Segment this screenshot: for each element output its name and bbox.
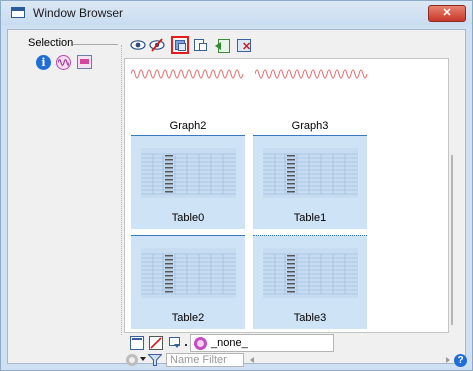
sheet-cell-text [165,175,173,177]
sheet-cell-text [165,159,173,161]
chart-icon[interactable] [77,55,92,69]
chevron-down-icon[interactable] [140,357,146,361]
sheet-cell-text [287,275,295,277]
table0-caption: Table0 [171,212,205,224]
sheet-cell-text [287,175,295,177]
table1-thumbnail[interactable]: Table1 [253,135,367,229]
sheet-cell-text [165,183,173,185]
sheet-cell-text [287,159,295,161]
sheet-cell-text [165,179,173,181]
eye-icon[interactable] [130,37,146,53]
gear-icon[interactable] [126,354,138,366]
paste-icon[interactable] [192,37,208,53]
sheet-cell-text [287,187,295,189]
sheet-cell-text [165,279,173,281]
table2-thumbnail[interactable]: Table2 [131,235,245,329]
graph2-waveform [131,69,244,79]
name-filter-input[interactable]: Name Filter [166,353,244,367]
sheet-background [141,248,236,298]
sheet-cell-text [287,183,295,185]
sheet-cell-text [165,287,173,289]
table3-caption: Table3 [293,312,327,324]
table0-sheet [141,148,236,198]
separator-dot [185,344,187,346]
filter-window-icon[interactable] [169,337,181,349]
sheet-cell-text [287,167,295,169]
sheet-cell-text [165,283,173,285]
sheet-cell-text [165,155,173,157]
sheet-cell-text [165,187,173,189]
layer-value: _none_ [211,337,248,349]
waveform-icon[interactable] [56,55,71,70]
selection-label: Selection [28,37,74,49]
graph3-waveform [255,69,368,79]
table2-sheet [141,248,236,298]
window-title: Window Browser [33,6,124,20]
title-bar: Window Browser ✕ [1,1,472,25]
sheet-cell-text [165,267,173,269]
help-icon[interactable]: ? [454,354,467,367]
sheet-cell-text [165,291,173,293]
selection-divider [73,44,118,45]
sheet-cell-text [287,259,295,261]
sheet-cell-text [287,283,295,285]
table2-caption: Table2 [171,312,205,324]
sheet-cell-text [287,171,295,173]
graph3-caption[interactable]: Graph3 [253,120,367,132]
sheet-cell-text [287,179,295,181]
sheet-background [141,148,236,198]
sheet-cell-text [287,191,295,193]
table3-sheet [263,248,358,298]
sheet-cell-text [287,287,295,289]
sheet-cell-text [165,167,173,169]
delete-window-icon[interactable] [236,37,252,53]
sheet-cell-text [165,171,173,173]
sheet-cell-text [287,255,295,257]
globe-icon [194,337,207,350]
table0-thumbnail[interactable]: Table0 [131,135,245,229]
sheet-cell-text [287,279,295,281]
sheet-cell-text [287,291,295,293]
info-icon[interactable]: i [36,55,51,70]
sheet-cell-text [165,263,173,265]
sheet-cell-text [287,155,295,157]
duplicate-icon[interactable] [171,36,189,54]
sheet-cell-text [287,163,295,165]
sheet-cell-text [165,255,173,257]
window-icon [11,7,25,18]
window-type-icon[interactable] [130,336,144,350]
sheet-cell-text [165,163,173,165]
sheet-cell-text [165,271,173,273]
sheet-cell-text [287,263,295,265]
graph2-caption[interactable]: Graph2 [131,120,245,132]
sheet-background [263,148,358,198]
table3-thumbnail[interactable]: Table3 [253,235,367,329]
no-line-icon[interactable] [149,336,163,350]
funnel-icon[interactable] [148,354,162,366]
close-button[interactable]: ✕ [428,5,466,22]
sheet-cell-text [287,271,295,273]
sheet-cell-text [165,275,173,277]
sheet-background [263,248,358,298]
hidden-eye-icon[interactable] [149,37,165,53]
scroll-right-icon[interactable] [446,357,450,363]
vertical-scrollbar[interactable] [451,155,453,325]
layer-selector[interactable]: _none_ [190,334,334,352]
table1-sheet [263,148,358,198]
thumbnail-area[interactable]: Graph2 Graph3 Table0 Table1 Table2 Table… [124,58,449,333]
sheet-cell-text [287,267,295,269]
sheet-cell-text [165,259,173,261]
sheet-cell-text [165,191,173,193]
scroll-left-icon[interactable] [250,357,254,363]
bring-back-icon[interactable] [214,37,230,53]
table1-caption: Table1 [293,212,327,224]
